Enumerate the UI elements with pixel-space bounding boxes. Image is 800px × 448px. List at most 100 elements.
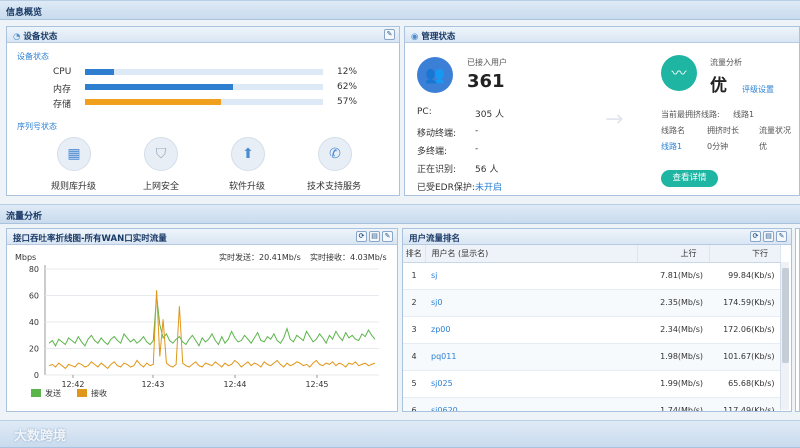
y-tick-label: 40 — [29, 318, 39, 327]
line-name-header: 线路名 — [661, 126, 685, 135]
rank-scrollbar-thumb[interactable] — [782, 268, 789, 363]
table-row[interactable]: 2 sj0 2.35(Mb/s) 174.59(Kb/s) — [403, 289, 781, 317]
upload-cell: 2.34(Mb/s) — [637, 316, 709, 344]
username-cell[interactable]: pq011 — [425, 343, 637, 371]
y-tick-label: 60 — [29, 292, 39, 301]
users-icon: 👥 — [417, 57, 453, 93]
throughput-title: 接口吞吐率折线图-所有WAN口实时流量 — [13, 234, 167, 244]
print-icon[interactable]: ▤ — [763, 231, 774, 242]
traffic-section-bar: 流量分析 — [0, 204, 800, 224]
line-name-cell[interactable]: 线路1 — [661, 141, 682, 152]
globe-icon: ◉ — [411, 32, 419, 42]
storage-value: 57% — [337, 97, 358, 107]
tech-support-button[interactable]: ✆ — [318, 137, 352, 171]
congested-line-value: 线路1 — [733, 110, 755, 119]
cpu-label: CPU — [53, 67, 72, 77]
device-status-title: 设备状态 — [23, 32, 58, 42]
device-status-panel: ◔ 设备状态 ✎ 设备状态 CPU 12% 内存 62% 存储 57% 序列号状… — [6, 26, 400, 196]
table-row[interactable]: 6 sj0620 1.74(Mb/s) 117.49(Kb/s) — [403, 397, 781, 411]
username-cell[interactable]: sj025 — [425, 370, 637, 398]
username-cell[interactable]: sj — [425, 262, 637, 290]
x-tick-label: 12:43 — [141, 380, 164, 389]
table-row[interactable]: 3 zp00 2.34(Mb/s) 172.06(Kb/s) — [403, 316, 781, 344]
congest-time-cell: 0分钟 — [707, 142, 729, 151]
flow-label: 流量分析 — [710, 58, 742, 67]
user-rank-title: 用户流量排名 — [409, 234, 461, 244]
pc-label: PC: — [417, 107, 432, 117]
username-header[interactable]: 用户名 (显示名) — [425, 245, 638, 263]
table-row[interactable]: 1 sj 7.81(Mb/s) 99.84(Kb/s) — [403, 262, 781, 290]
traffic-title: 流量分析 — [6, 212, 43, 222]
user-rank-panel: 用户流量排名 ⟳ ▤ ✎ 排名 用户名 (显示名) 上行 下行 1 sj 7.8… — [402, 228, 792, 412]
settings-icon[interactable]: ✎ — [776, 231, 787, 242]
bottom-section-bar: 大数跨境 — [0, 420, 800, 448]
congested-line-label: 当前最拥挤线路: — [661, 110, 720, 119]
upload-icon: ⬆ — [242, 146, 254, 162]
cpu-value: 12% — [337, 67, 358, 77]
edr-value[interactable]: 未开启 — [475, 180, 502, 193]
throughput-panel: 接口吞吐率折线图-所有WAN口实时流量 ⟳ ▤ ✎ Mbps 实时发送：20.4… — [6, 228, 398, 412]
rank-cell: 6 — [403, 397, 425, 411]
print-icon[interactable]: ▤ — [369, 231, 380, 242]
pulse-icon: 〰 — [661, 55, 697, 91]
username-cell[interactable]: sj0 — [425, 289, 637, 317]
rank-cell: 4 — [403, 343, 425, 371]
mobile-value: - — [475, 126, 479, 136]
upload-header[interactable]: 上行 — [637, 245, 710, 263]
legend-recv-swatch — [77, 389, 87, 397]
memory-bar — [85, 84, 323, 90]
y-tick-label: 80 — [29, 265, 39, 274]
software-upgrade-button[interactable]: ⬆ — [231, 137, 265, 171]
manage-status-panel: ◉ 管理状态 👥 已接入用户 361 PC: 305 人 移动终端: - 多终端… — [404, 26, 800, 196]
users-label: 已接入用户 — [467, 58, 507, 67]
support-icon: ✆ — [329, 146, 341, 162]
rank-cell: 2 — [403, 289, 425, 317]
grid-icon: ▦ — [67, 146, 81, 162]
manage-status-title: 管理状态 — [421, 32, 456, 42]
rank-table-wrap: 排名 用户名 (显示名) 上行 下行 1 sj 7.81(Mb/s) 99.84… — [403, 245, 781, 411]
table-row[interactable]: 5 sj025 1.99(Mb/s) 65.68(Kb/s) — [403, 370, 781, 398]
shield-icon: ⛉ — [155, 146, 167, 162]
storage-bar — [85, 99, 323, 105]
rank-scrollbar[interactable] — [780, 262, 789, 410]
username-cell[interactable]: sj0620 — [425, 397, 637, 411]
download-cell: 117.49(Kb/s) — [709, 397, 781, 411]
tech-support-label: 技术支持服务 — [307, 182, 362, 192]
gauge-icon: ◔ — [13, 32, 21, 42]
username-cell[interactable]: zp00 — [425, 316, 637, 344]
identifying-value: 56 人 — [475, 165, 499, 175]
user-rank-header: 用户流量排名 ⟳ ▤ ✎ — [403, 229, 791, 245]
rank-table-header-row: 排名 用户名 (显示名) 上行 下行 — [403, 245, 781, 263]
settings-icon[interactable]: ✎ — [384, 29, 395, 40]
settings-icon[interactable]: ✎ — [382, 231, 393, 242]
grade-setting-link[interactable]: 评级设置 — [742, 84, 774, 95]
table-row[interactable]: 4 pq011 1.98(Mb/s) 101.67(Kb/s) — [403, 343, 781, 371]
memory-value: 62% — [337, 82, 358, 92]
upload-cell: 1.98(Mb/s) — [637, 343, 709, 371]
view-details-button[interactable]: 查看详情 — [661, 170, 718, 187]
throughput-header: 接口吞吐率折线图-所有WAN口实时流量 ⟳ ▤ ✎ — [7, 229, 397, 245]
rule-upgrade-button[interactable]: ▦ — [57, 137, 91, 171]
download-cell: 174.59(Kb/s) — [709, 289, 781, 317]
upload-cell: 1.99(Mb/s) — [637, 370, 709, 398]
refresh-icon[interactable]: ⟳ — [750, 231, 761, 242]
users-count: 361 — [467, 71, 505, 92]
download-cell: 101.67(Kb/s) — [709, 343, 781, 371]
offscreen-panel-edge — [795, 228, 800, 412]
x-tick-label: 12:45 — [305, 380, 328, 389]
storage-label: 存储 — [53, 100, 72, 110]
upload-cell: 7.81(Mb/s) — [637, 262, 709, 290]
device-subtitle: 设备状态 — [17, 52, 49, 61]
refresh-icon[interactable]: ⟳ — [356, 231, 367, 242]
download-header[interactable]: 下行 — [709, 245, 781, 263]
rank-header[interactable]: 排名 — [403, 245, 426, 263]
send-rate: 实时发送：20.41Mb/s — [219, 252, 301, 262]
web-security-button[interactable]: ⛉ — [144, 137, 178, 171]
arrow-right-icon: → — [605, 107, 624, 132]
x-tick-label: 12:44 — [223, 380, 246, 389]
web-security-label: 上网安全 — [143, 182, 180, 192]
chart-unit: Mbps — [15, 253, 36, 262]
multi-terminal-label: 多终端: — [417, 147, 448, 157]
multi-terminal-value: - — [475, 144, 479, 154]
edr-label: 已受EDR保护: — [417, 183, 475, 193]
